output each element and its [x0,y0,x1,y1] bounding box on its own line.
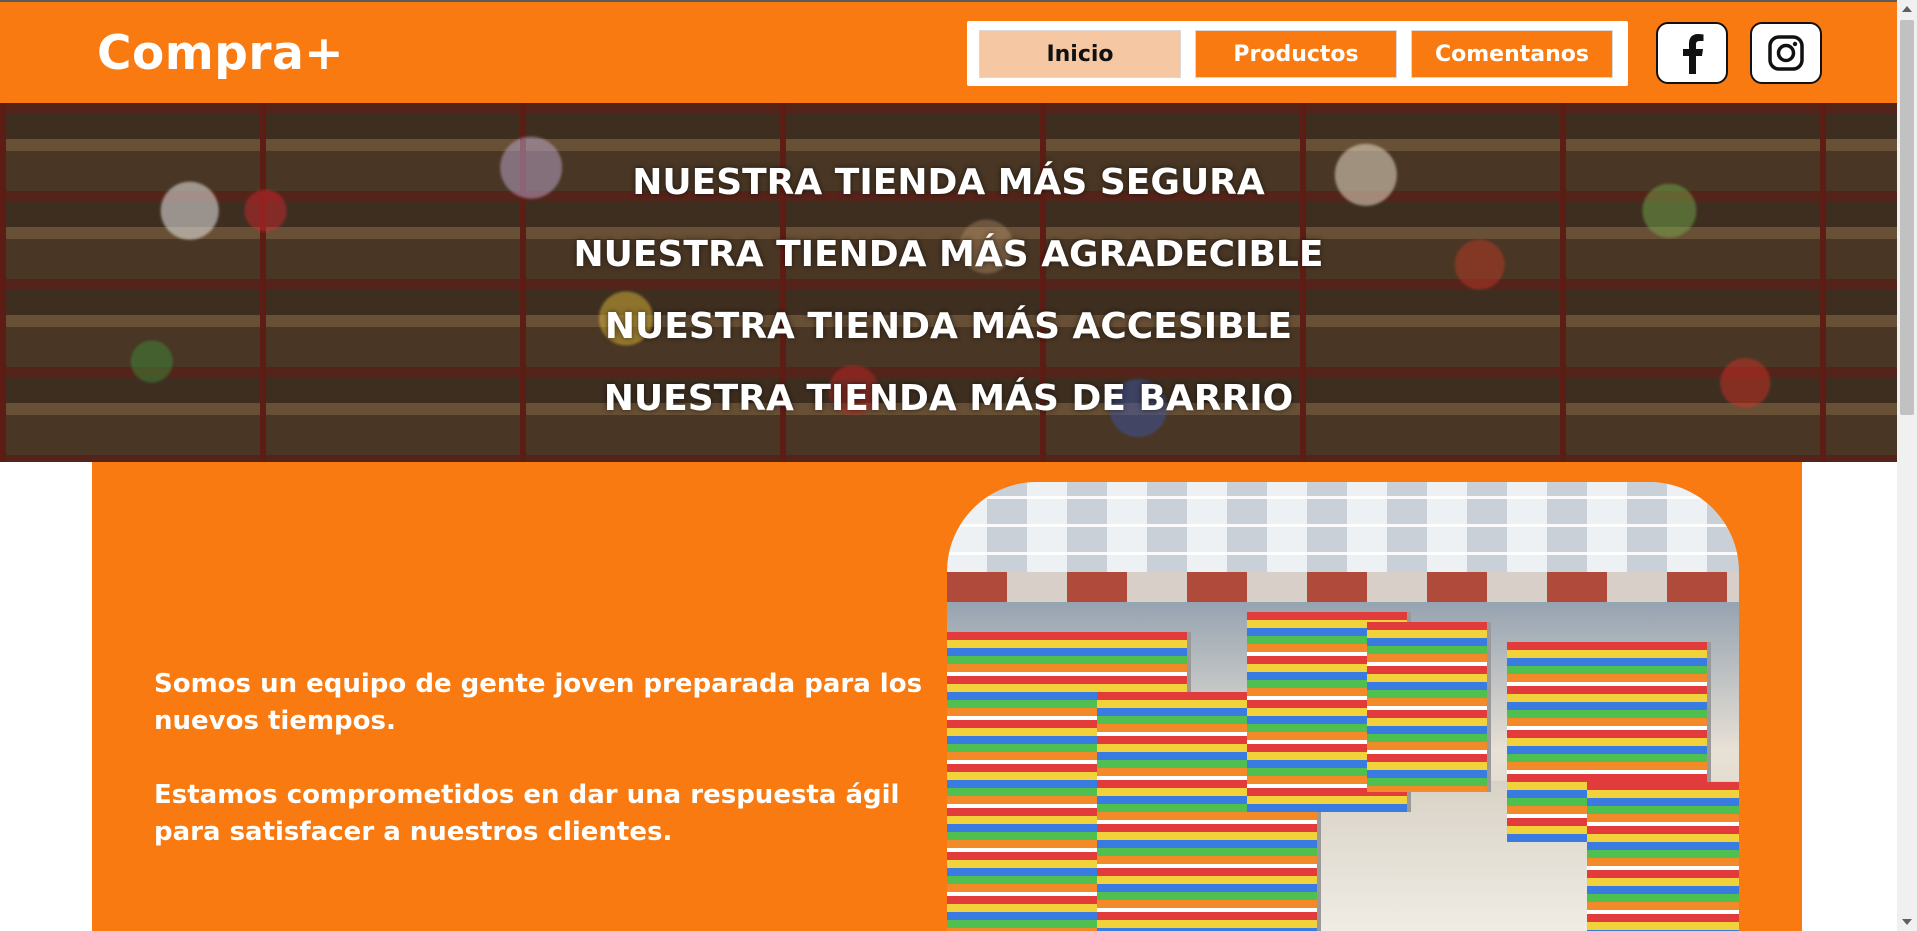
hero-slogan-4: NUESTRA TIENDA MÁS DE BARRIO [603,378,1294,419]
store-interior-image [947,482,1739,931]
site-header: Compra+ Inicio Productos Comentanos [0,2,1897,103]
nav-inicio-button[interactable]: Inicio [979,30,1181,78]
store-aisle [1587,782,1739,931]
page-scrollbar[interactable] [1897,0,1917,931]
store-aisle [1367,622,1491,792]
about-paragraph-2: Estamos comprometidos en dar una respues… [154,780,900,847]
about-text: Somos un equipo de gente joven preparada… [154,666,964,888]
hero-slogan-2: NUESTRA TIENDA MÁS AGRADECIBLE [573,234,1324,275]
nav-comentanos-button[interactable]: Comentanos [1411,30,1613,78]
hero-slogans: NUESTRA TIENDA MÁS SEGURA NUESTRA TIENDA… [0,147,1897,435]
main-nav: Inicio Productos Comentanos [967,21,1628,86]
site-logo[interactable]: Compra+ [97,26,344,81]
about-section: Somos un equipo de gente joven preparada… [92,462,1802,931]
facebook-icon [1683,34,1704,74]
hero-banner: NUESTRA TIENDA MÁS SEGURA NUESTRA TIENDA… [0,103,1897,462]
scroll-down-icon[interactable] [1902,919,1912,925]
hero-slogan-3: NUESTRA TIENDA MÁS ACCESIBLE [604,306,1293,347]
about-paragraph-1: Somos un equipo de gente joven preparada… [154,669,923,736]
instagram-icon [1768,35,1804,71]
store-ceiling-lights [947,482,1739,582]
scroll-up-icon[interactable] [1902,6,1912,12]
instagram-link[interactable] [1750,22,1822,84]
hero-slogan-1: NUESTRA TIENDA MÁS SEGURA [632,162,1265,203]
nav-productos-button[interactable]: Productos [1195,30,1397,78]
facebook-link[interactable] [1656,22,1728,84]
store-wall [947,572,1739,602]
scroll-thumb[interactable] [1900,20,1914,415]
